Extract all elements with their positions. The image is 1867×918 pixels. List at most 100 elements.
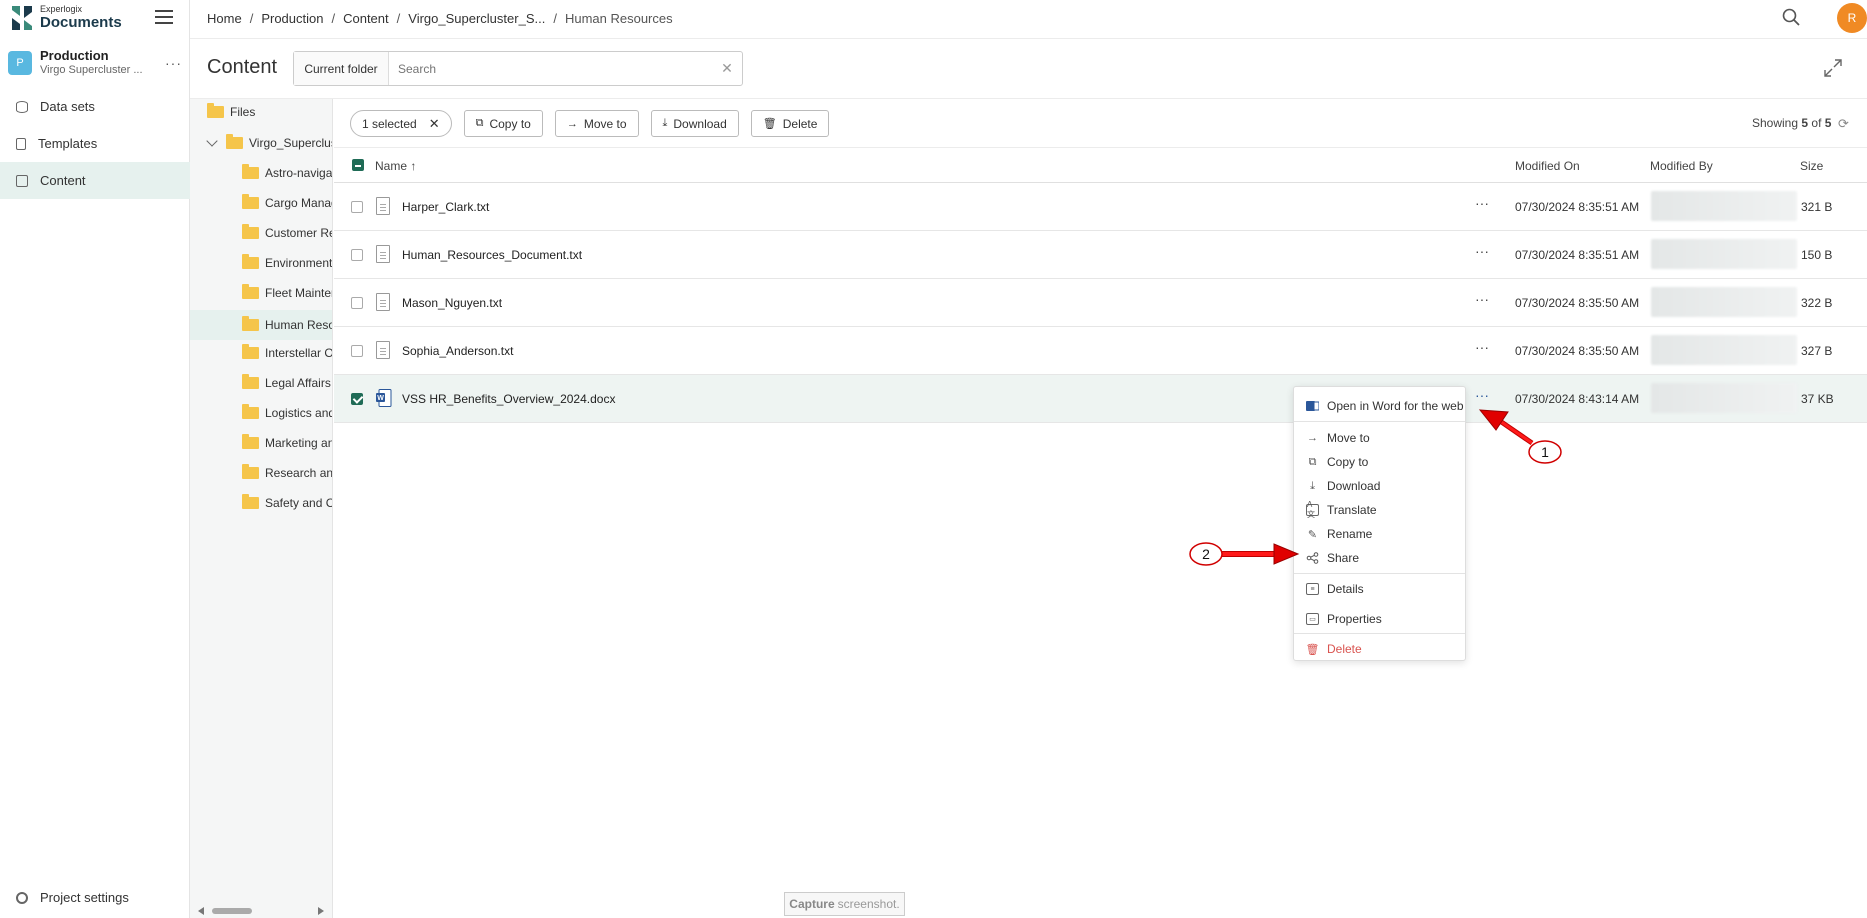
row-checkbox[interactable] [351, 201, 363, 213]
menu-item-open-in-word[interactable]: Open in Word for the web [1294, 394, 1465, 418]
tree-item-folder[interactable]: Astro-navigat [242, 160, 332, 186]
folder-icon [226, 134, 243, 149]
tree-item-folder[interactable]: Fleet Mainter [242, 280, 332, 306]
search-icon[interactable] [1782, 8, 1800, 26]
breadcrumb-separator: / [331, 11, 336, 26]
translate-icon: A文 [1306, 500, 1319, 519]
file-name[interactable]: VSS HR_Benefits_Overview_2024.docx [402, 392, 615, 406]
column-header-modified-on[interactable]: Modified On [1515, 159, 1580, 173]
tree-item-files[interactable]: Files [207, 99, 255, 125]
tree-item-label: Virgo_Superclust [249, 136, 333, 150]
breadcrumb-home[interactable]: Home [207, 11, 242, 26]
row-more-icon[interactable]: ··· [1475, 243, 1489, 259]
row-more-icon[interactable]: ··· [1475, 387, 1489, 403]
tree-item-folder[interactable]: Interstellar O [242, 340, 332, 366]
tree-item-folder[interactable]: Safety and C [242, 490, 332, 516]
column-header-name[interactable]: Name ↑ [375, 159, 416, 173]
file-name[interactable]: Human_Resources_Document.txt [402, 248, 582, 262]
sidebar-item-data-sets[interactable]: Data sets [0, 88, 190, 125]
menu-item-delete[interactable]: 🗑 Delete [1294, 637, 1465, 661]
copy-icon: ⧉ [475, 117, 484, 129]
menu-item-rename[interactable]: ✎ Rename [1294, 522, 1465, 546]
menu-item-label: Copy to [1327, 455, 1369, 469]
menu-item-properties[interactable]: ▭ Properties [1294, 607, 1465, 631]
breadcrumb-production[interactable]: Production [261, 11, 323, 26]
row-checkbox[interactable] [351, 297, 363, 309]
modified-by-redacted [1651, 335, 1797, 365]
tree-item-folder-selected[interactable]: Human Reso [190, 310, 332, 340]
tree-item-folder[interactable]: Customer Re [242, 220, 332, 246]
delete-button[interactable]: 🗑 Delete [750, 110, 830, 137]
tree-horizontal-scrollbar[interactable] [196, 905, 326, 917]
column-header-modified-by[interactable]: Modified By [1650, 159, 1713, 173]
menu-item-share[interactable]: Share [1294, 546, 1465, 570]
sidebar-item-templates[interactable]: Templates [0, 125, 190, 162]
clear-search-icon[interactable]: ✕ [712, 52, 742, 85]
modified-on: 07/30/2024 8:35:50 AM [1515, 344, 1640, 358]
user-avatar[interactable]: R [1837, 3, 1867, 33]
search-input[interactable] [389, 52, 712, 85]
table-row[interactable]: Sophia_Anderson.txt ··· 07/30/2024 8:35:… [334, 327, 1867, 375]
tree-item-folder[interactable]: Cargo Manag [242, 190, 332, 216]
logo[interactable]: Experlogix Documents [12, 5, 122, 30]
menu-item-move-to[interactable]: → Move to [1294, 426, 1465, 450]
chevron-down-icon[interactable] [206, 135, 218, 147]
row-checkbox[interactable] [351, 249, 363, 261]
delete-label: Delete [782, 116, 818, 131]
table-row-selected[interactable]: W VSS HR_Benefits_Overview_2024.docx ···… [334, 375, 1867, 423]
tree-item-label: Logistics and [265, 406, 333, 420]
capture-screenshot-hint[interactable]: Capture screenshot. [784, 892, 905, 916]
scrollbar-thumb[interactable] [212, 908, 252, 914]
menu-item-details[interactable]: ≡ Details [1294, 577, 1465, 601]
table-row[interactable]: Harper_Clark.txt ··· 07/30/2024 8:35:51 … [334, 183, 1867, 231]
tree-item-folder[interactable]: Legal Affairs [242, 370, 331, 396]
file-size: 322 B [1801, 296, 1833, 310]
file-name[interactable]: Harper_Clark.txt [402, 200, 489, 214]
move-to-label: Move to [583, 116, 627, 131]
scroll-left-icon[interactable] [198, 907, 204, 915]
tree-item-project-folder[interactable]: Virgo_Superclust [206, 130, 333, 156]
move-to-button[interactable]: → Move to [554, 110, 639, 137]
menu-item-copy-to[interactable]: ⧉ Copy to [1294, 450, 1465, 474]
sidebar-item-content[interactable]: Content [0, 162, 190, 199]
row-more-icon[interactable]: ··· [1475, 195, 1489, 211]
row-checkbox-checked[interactable] [351, 393, 363, 405]
expand-icon[interactable] [1823, 58, 1843, 78]
select-all-checkbox[interactable] [352, 159, 364, 171]
file-name[interactable]: Sophia_Anderson.txt [402, 344, 513, 358]
column-header-size[interactable]: Size [1800, 159, 1823, 173]
tree-item-folder[interactable]: Logistics and [242, 400, 333, 426]
menu-item-label: Rename [1327, 527, 1373, 541]
tree-item-folder[interactable]: Marketing an [242, 430, 332, 456]
row-checkbox[interactable] [351, 345, 363, 357]
search-scope-dropdown[interactable]: Current folder [294, 52, 389, 85]
row-more-icon[interactable]: ··· [1475, 339, 1489, 355]
experlogix-logo-icon [12, 5, 32, 30]
clear-selection-icon[interactable]: ✕ [429, 116, 440, 132]
breadcrumb-project-folder[interactable]: Virgo_Supercluster_S... [408, 11, 545, 26]
project-switcher[interactable]: P Production Virgo Supercluster ... ··· [8, 48, 182, 78]
left-sidebar: Experlogix Documents P Production Virgo … [0, 0, 190, 918]
breadcrumb-content[interactable]: Content [343, 11, 389, 26]
scroll-right-icon[interactable] [318, 907, 324, 915]
tree-item-folder[interactable]: Environment [242, 250, 332, 276]
menu-item-translate[interactable]: A文 Translate [1294, 498, 1465, 522]
project-more-icon[interactable]: ··· [165, 55, 182, 71]
copy-to-label: Copy to [489, 116, 531, 131]
download-button[interactable]: ⤓ Download [650, 110, 739, 137]
file-name[interactable]: Mason_Nguyen.txt [402, 296, 502, 310]
modified-on: 07/30/2024 8:35:51 AM [1515, 200, 1640, 214]
table-header: Name ↑ Modified On Modified By Size [334, 147, 1867, 183]
breadcrumb-current: Human Resources [564, 11, 673, 26]
hamburger-menu-icon[interactable] [155, 10, 173, 24]
row-more-icon[interactable]: ··· [1475, 291, 1489, 307]
table-row[interactable]: Human_Resources_Document.txt ··· 07/30/2… [334, 231, 1867, 279]
copy-to-button[interactable]: ⧉ Copy to [463, 110, 543, 137]
refresh-icon[interactable]: ⟳ [1838, 116, 1849, 132]
folder-icon [207, 103, 224, 118]
menu-item-download[interactable]: ⤓ Download [1294, 474, 1465, 498]
tree-item-folder[interactable]: Research and [242, 460, 332, 486]
table-row[interactable]: Mason_Nguyen.txt ··· 07/30/2024 8:35:50 … [334, 279, 1867, 327]
selection-chip[interactable]: 1 selected ✕ [350, 110, 452, 137]
project-settings-link[interactable]: Project settings [16, 890, 129, 905]
